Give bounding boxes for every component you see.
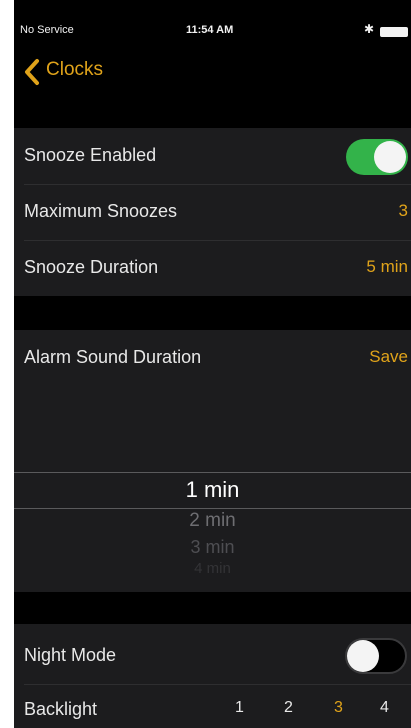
picker-option[interactable]: 3 min: [14, 537, 411, 558]
picker-selection-top-line: [14, 472, 411, 473]
bluetooth-icon: ✱: [364, 22, 375, 36]
carrier-label: No Service: [20, 24, 74, 36]
night-mode-row: Night Mode: [14, 628, 411, 684]
snooze-duration-label: Snooze Duration: [24, 257, 159, 277]
back-button[interactable]: Clocks: [46, 59, 103, 81]
snooze-enabled-label: Snooze Enabled: [24, 145, 157, 165]
picker-option[interactable]: 2 min: [14, 510, 411, 532]
snooze-group: Snooze Enabled Maximum Snoozes 3 Snooze …: [14, 128, 411, 296]
save-button[interactable]: Save: [369, 347, 408, 367]
battery-icon: [380, 27, 408, 37]
nav-bar: Clocks: [14, 52, 411, 92]
display-group: Night Mode Backlight: [14, 624, 411, 728]
toggle-knob: [374, 141, 406, 173]
backlight-level-4[interactable]: 4: [380, 699, 389, 717]
status-bar: No Service 11:54 AM ✱: [14, 0, 411, 40]
picker-option[interactable]: 4 min: [14, 560, 411, 574]
backlight-level-1[interactable]: 1: [235, 699, 244, 717]
maximum-snoozes-value: 3: [398, 201, 408, 220]
alarm-sound-duration-row: Alarm Sound Duration Save: [14, 330, 411, 386]
chevron-left-icon[interactable]: [20, 56, 44, 88]
picker-selection-bottom-line: [14, 508, 411, 509]
backlight-row: Backlight: [14, 684, 411, 728]
night-mode-label: Night Mode: [24, 645, 117, 665]
maximum-snoozes-label: Maximum Snoozes: [24, 201, 178, 221]
settings-screen: No Service 11:54 AM ✱ Clocks Snooze Enab…: [14, 0, 411, 728]
backlight-label: Backlight: [24, 699, 98, 719]
snooze-duration-value: 5 min: [366, 257, 408, 276]
snooze-duration-row[interactable]: Snooze Duration 5 min: [14, 240, 411, 296]
clock-time: 11:54 AM: [186, 24, 234, 36]
maximum-snoozes-row[interactable]: Maximum Snoozes 3: [14, 184, 411, 240]
backlight-level-2[interactable]: 2: [284, 699, 293, 717]
snooze-enabled-row: Snooze Enabled: [14, 128, 411, 184]
alarm-sound-duration-label: Alarm Sound Duration: [24, 347, 202, 367]
toggle-knob: [347, 640, 379, 672]
snooze-enabled-toggle[interactable]: [346, 139, 408, 175]
picker-option-selected[interactable]: 1 min: [14, 477, 411, 503]
backlight-level-3[interactable]: 3: [334, 699, 343, 717]
night-mode-toggle[interactable]: [345, 638, 407, 674]
